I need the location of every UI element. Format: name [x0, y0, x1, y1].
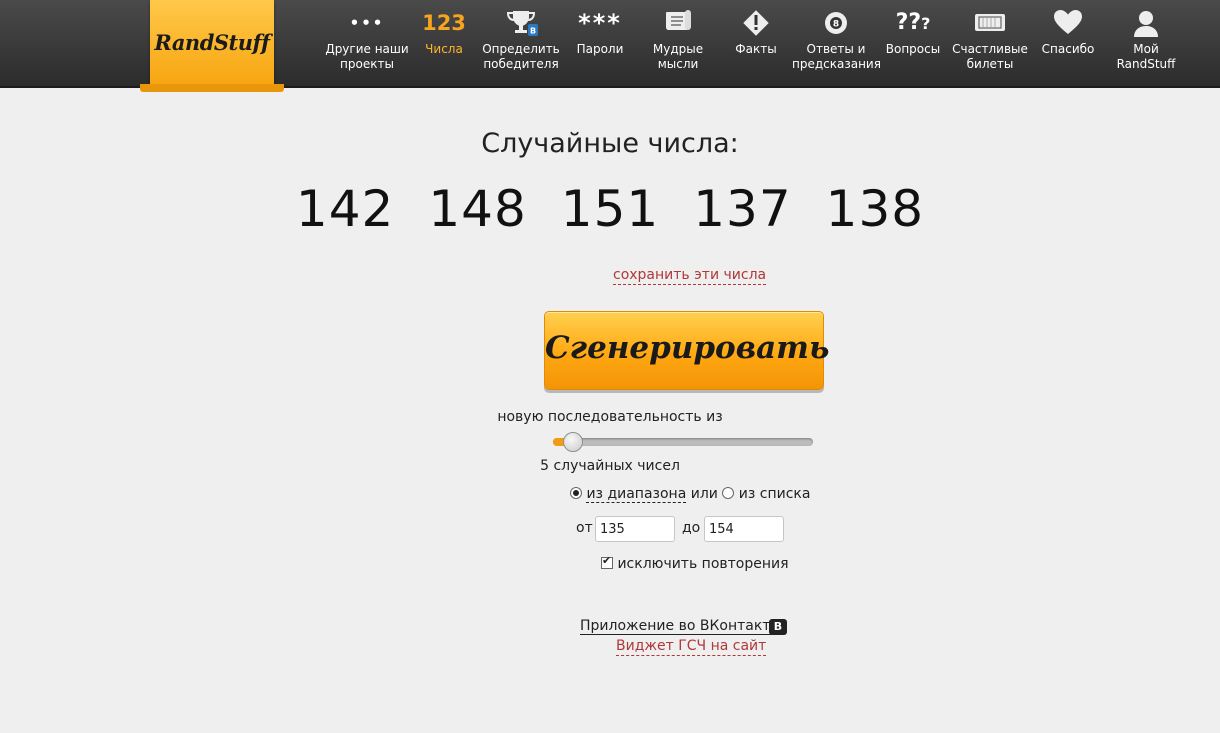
random-number: 142: [295, 180, 395, 238]
generate-button[interactable]: Сгенерировать: [544, 311, 829, 390]
count-slider-thumb[interactable]: [563, 432, 583, 452]
nav-label: Факты: [735, 42, 777, 56]
nav-label: Мой RandStuff: [1116, 42, 1176, 71]
nav-label: Счастливые билеты: [952, 42, 1028, 71]
random-number: 138: [825, 180, 925, 238]
random-number: 148: [428, 180, 527, 238]
mode-selector: из диапазона или из списка: [570, 486, 811, 503]
random-number: 137: [693, 180, 792, 238]
range-mode-label[interactable]: из диапазона: [586, 486, 687, 503]
nav-item-thanks[interactable]: Спасибо: [1038, 8, 1098, 80]
to-label: до: [682, 520, 701, 536]
nav-item-questions[interactable]: ??? Вопросы: [884, 8, 942, 80]
nav-label: Числа: [425, 42, 463, 56]
top-navigation-bar: RandStuff ••• Другие наши проекты 123 Чи…: [0, 0, 1220, 92]
vk-app-link[interactable]: Приложение во ВКонтакте: [580, 618, 780, 635]
nav-label: Мудрые мысли: [652, 42, 704, 71]
list-mode-label[interactable]: из списка: [739, 486, 811, 502]
nav-label: Определить победителя: [482, 42, 560, 71]
range-radio[interactable]: [570, 487, 582, 499]
sequence-label: новую последовательность из: [497, 409, 723, 425]
generated-numbers: 142 148 151 137 138: [0, 180, 1220, 238]
nav-label: Другие наши проекты: [325, 42, 409, 71]
question-marks-icon: ???: [895, 10, 931, 35]
asterisks-icon: ***: [578, 9, 622, 37]
vk-icon[interactable]: В: [769, 619, 787, 635]
checkmark-icon: ✔: [602, 554, 612, 567]
user-icon: [1110, 8, 1182, 38]
nav-item-other-projects[interactable]: ••• Другие наши проекты: [323, 8, 411, 80]
numbers-123-icon: 123: [422, 11, 466, 35]
nav-label: Пароли: [576, 42, 624, 56]
page-title: Случайные числа:: [481, 128, 739, 159]
nav-item-facts[interactable]: Факты: [728, 8, 784, 80]
save-numbers-link[interactable]: сохранить эти числа: [613, 267, 767, 285]
trophy-icon: В: [478, 8, 564, 38]
random-number: 151: [560, 180, 660, 238]
list-radio[interactable]: [722, 487, 735, 499]
nav-item-passwords[interactable]: *** Пароли: [571, 8, 629, 80]
widget-link[interactable]: Виджет ГСЧ на сайт: [616, 638, 767, 656]
exclude-repeats-row: ✔ исключить повторения: [601, 554, 789, 572]
scroll-icon: [646, 8, 710, 38]
generate-button-label: Сгенерировать: [545, 330, 830, 366]
svg-text:В: В: [530, 27, 536, 36]
magic-8-ball-icon: 8: [792, 8, 880, 38]
nav-item-my-randstuff[interactable]: Мой RandStuff: [1110, 8, 1182, 80]
range-from-input[interactable]: [595, 516, 675, 542]
from-label: от: [576, 520, 593, 536]
svg-text:8: 8: [833, 20, 839, 30]
exclamation-icon: [728, 8, 784, 38]
nav-item-winner[interactable]: В Определить победителя: [478, 8, 564, 80]
nav-item-lucky-tickets[interactable]: Счастливые билеты: [950, 8, 1030, 80]
range-to-input[interactable]: [704, 516, 784, 542]
nav-item-answers[interactable]: 8 Ответы и предсказания: [792, 8, 881, 80]
logo-text: RandStuff: [154, 30, 270, 55]
exclude-repeats-label[interactable]: исключить повторения: [617, 556, 788, 572]
randstuff-logo[interactable]: RandStuff: [150, 0, 274, 86]
heart-icon: [1038, 8, 1098, 38]
ticket-icon: [950, 8, 1030, 38]
nav-label: Спасибо: [1041, 42, 1095, 56]
nav-label: Вопросы: [885, 42, 941, 56]
exclude-repeats-checkbox[interactable]: ✔: [601, 554, 613, 569]
count-slider-track[interactable]: [553, 438, 813, 446]
dots-icon: •••: [349, 14, 385, 32]
nav-item-numbers[interactable]: 123 Числа: [418, 8, 470, 80]
nav-item-wise-thoughts[interactable]: Мудрые мысли: [646, 8, 710, 80]
count-label: 5 случайных чисел: [540, 458, 680, 474]
logo-ribbon: [140, 84, 284, 92]
nav-label: Ответы и предсказания: [792, 42, 881, 71]
or-label: или: [690, 486, 718, 502]
